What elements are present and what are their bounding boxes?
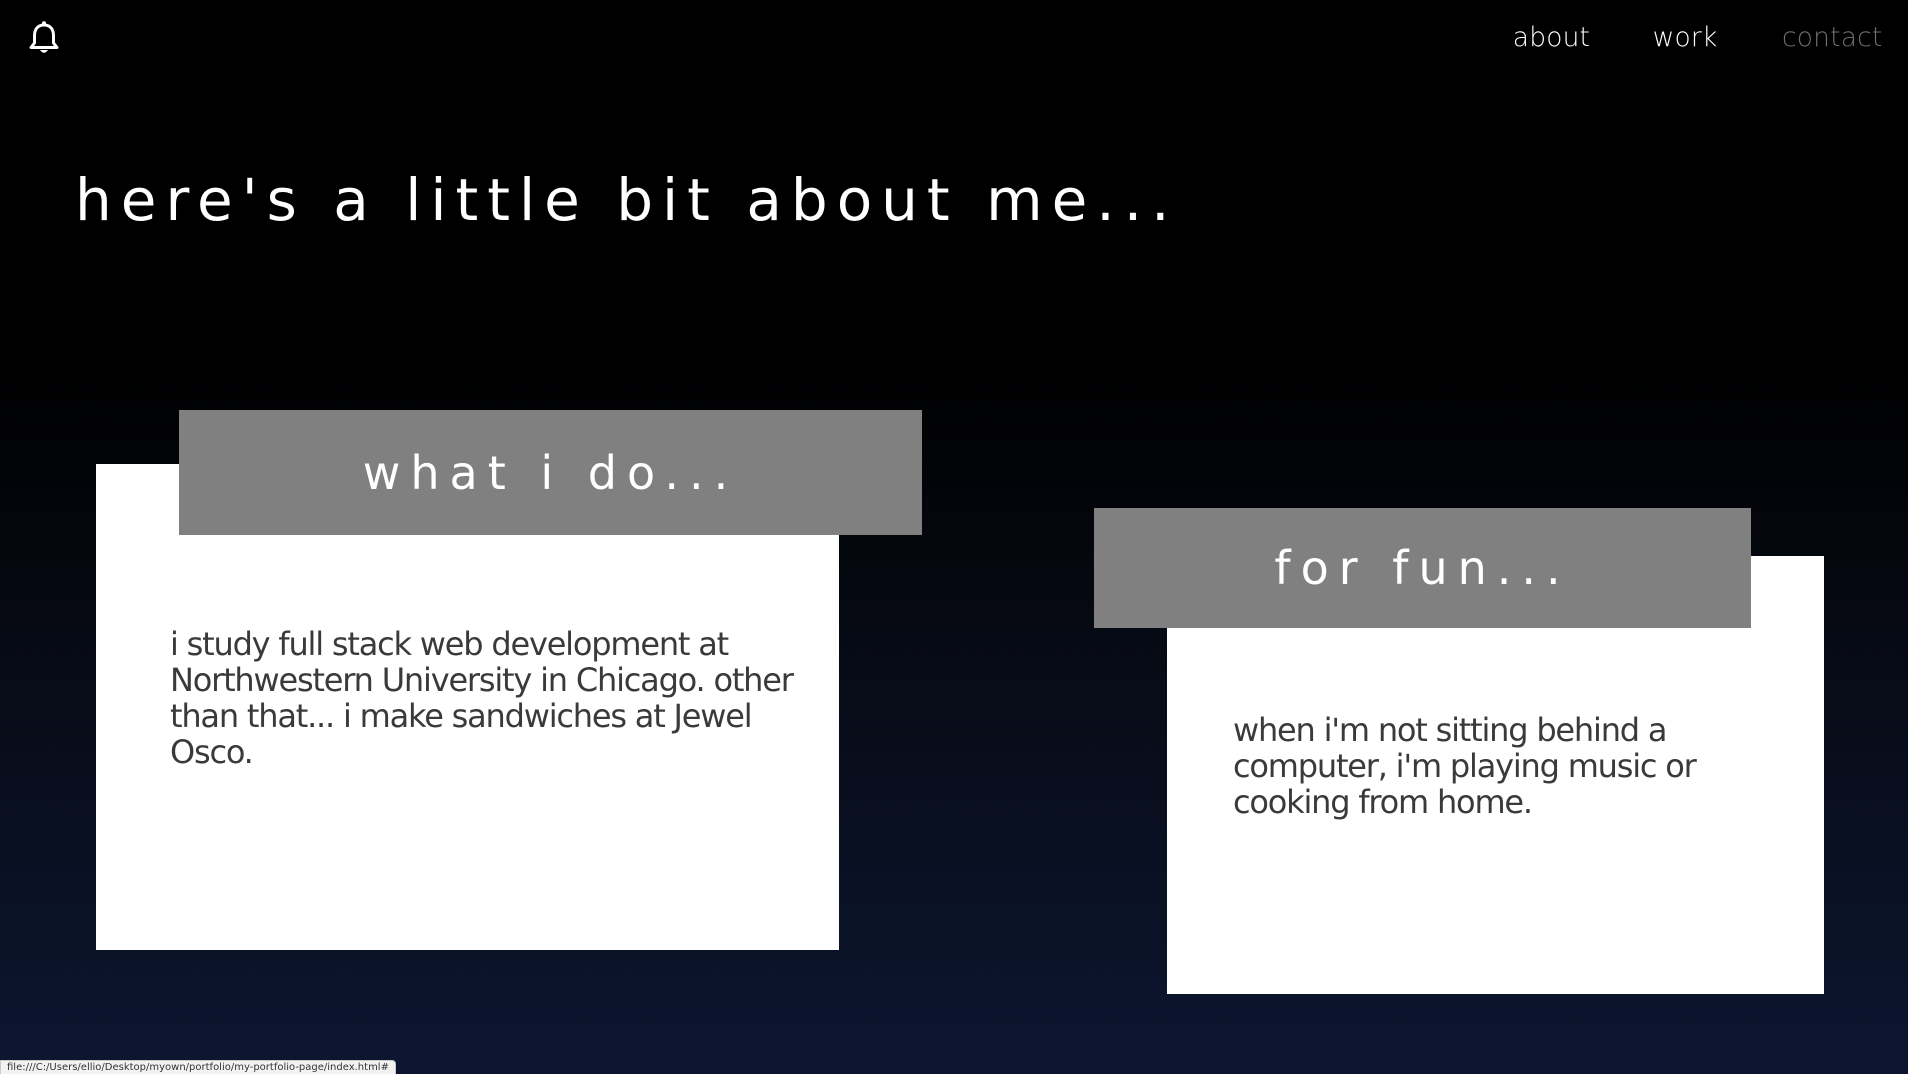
about-card-what-i-do: i study full stack web development at No… [96,464,839,950]
card-title-tab: for fun... [1094,508,1751,628]
nav-link-work[interactable]: work [1653,18,1718,58]
nav-link-about[interactable]: about [1512,18,1589,58]
nav-link-contact[interactable]: contact [1782,18,1882,58]
main-nav: about work contact [1450,18,1884,58]
browser-status-url: file:///C:/Users/ellio/Desktop/myown/por… [0,1060,396,1074]
card-body-text: when i'm not sitting behind a computer, … [1233,711,1697,821]
page-heading: here's a little bit about me... [75,166,1179,234]
bell-icon[interactable] [28,20,60,56]
card-title: for fun... [1274,541,1571,595]
card-body-text: i study full stack web development at No… [170,625,794,771]
card-title-tab: what i do... [179,410,922,535]
card-title: what i do... [362,445,739,500]
